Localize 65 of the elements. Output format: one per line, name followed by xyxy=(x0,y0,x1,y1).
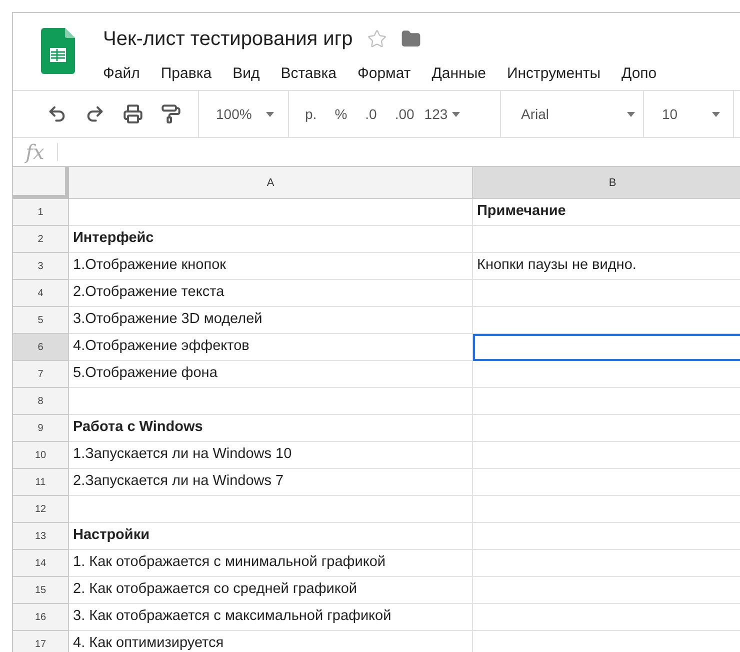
table-cell[interactable]: 3.Отображение 3D моделей xyxy=(69,307,473,334)
caret-icon xyxy=(712,112,720,116)
row-header[interactable]: 13 xyxy=(13,523,69,550)
increase-decimals-button[interactable]: .00 xyxy=(394,106,414,122)
table-cell[interactable]: 1.Отображение кнопок xyxy=(69,253,473,280)
table-cell[interactable]: Настройки xyxy=(69,523,473,550)
row-header[interactable]: 16 xyxy=(13,604,69,631)
table-cell[interactable]: 3. Как отображается с максимальной графикой xyxy=(69,604,473,631)
sheets-logo-icon xyxy=(41,28,75,74)
currency-button[interactable]: р. xyxy=(305,106,317,122)
row-header[interactable]: 17 xyxy=(13,631,69,652)
table-cell[interactable]: 1. Как отображается с минимальной графикой xyxy=(69,550,473,577)
percent-button[interactable]: % xyxy=(334,106,348,122)
row-header[interactable]: 1 xyxy=(13,199,69,226)
row-header[interactable]: 3 xyxy=(13,253,69,280)
row-header[interactable]: 14 xyxy=(13,550,69,577)
row-header[interactable]: 10 xyxy=(13,442,69,469)
row-header[interactable]: 6 xyxy=(13,334,69,361)
document-title[interactable]: Чек-лист тестирования игр xyxy=(103,28,353,50)
caret-icon xyxy=(266,112,274,116)
selected-cell[interactable] xyxy=(473,334,740,361)
menu-item[interactable]: Вставка xyxy=(280,65,346,82)
row-header[interactable]: 8 xyxy=(13,388,69,415)
table-cell[interactable]: Кнопки паузы не видно. xyxy=(473,253,740,280)
table-cell[interactable]: 2. Как отображается со средней графикой xyxy=(69,577,473,604)
number-format-dropdown[interactable]: 123 xyxy=(424,106,460,122)
menu-item[interactable]: Файл xyxy=(103,65,150,82)
menu-item[interactable]: Формат xyxy=(357,65,421,82)
table-cell[interactable]: 1.Запускается ли на Windows 10 xyxy=(69,442,473,469)
redo-button[interactable] xyxy=(85,104,105,124)
row-header[interactable]: 12 xyxy=(13,496,69,523)
font-dropdown[interactable]: Arial xyxy=(521,106,636,122)
paint-format-button[interactable] xyxy=(161,104,181,124)
menu-item[interactable]: Вид xyxy=(232,65,270,82)
row-header[interactable]: 2 xyxy=(13,226,69,253)
column-header[interactable]: B xyxy=(473,167,740,199)
menu-item[interactable]: Допо xyxy=(622,65,667,82)
table-cell[interactable]: Интерфейс xyxy=(69,226,473,253)
table-cell[interactable]: 4. Как оптимизируется xyxy=(69,631,473,652)
row-header[interactable]: 4 xyxy=(13,280,69,307)
table-cell[interactable]: 2.Отображение текста xyxy=(69,280,473,307)
table-cell[interactable]: Работа с Windows xyxy=(69,415,473,442)
zoom-dropdown[interactable]: 100% xyxy=(216,106,274,122)
row-header[interactable]: 5 xyxy=(13,307,69,334)
folder-icon[interactable] xyxy=(400,29,421,49)
decrease-decimals-button[interactable]: .0 xyxy=(365,106,377,122)
table-cell[interactable]: 4.Отображение эффектов xyxy=(69,334,473,361)
row-header[interactable]: 15 xyxy=(13,577,69,604)
menu-item[interactable]: Правка xyxy=(160,65,222,82)
row-header[interactable]: 11 xyxy=(13,469,69,496)
star-icon[interactable] xyxy=(366,29,387,49)
menu-item[interactable]: Инструменты xyxy=(506,65,610,82)
formula-label: fx xyxy=(13,143,58,161)
print-button[interactable] xyxy=(123,104,143,124)
table-cell[interactable]: 2.Запускается ли на Windows 7 xyxy=(69,469,473,496)
row-header[interactable]: 7 xyxy=(13,361,69,388)
undo-button[interactable] xyxy=(47,104,67,124)
table-cell[interactable]: 5.Отображение фона xyxy=(69,361,473,388)
font-size-dropdown[interactable]: 10 xyxy=(662,106,720,122)
caret-icon xyxy=(452,112,460,116)
row-header[interactable]: 9 xyxy=(13,415,69,442)
table-cell[interactable]: Примечание xyxy=(473,199,740,226)
caret-icon xyxy=(627,112,636,116)
column-header[interactable]: A xyxy=(69,167,473,199)
menu-item[interactable]: Данные xyxy=(432,65,496,82)
